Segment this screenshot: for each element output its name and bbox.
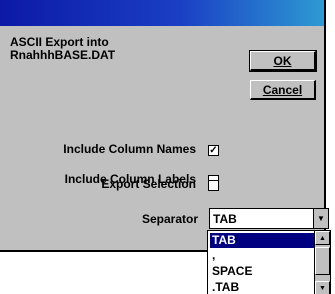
ok-button[interactable]: OK <box>249 50 317 72</box>
list-item[interactable]: TAB <box>210 233 315 248</box>
chevron-down-icon: ▼ <box>319 284 326 292</box>
scroll-down-button[interactable]: ▼ <box>315 281 330 294</box>
export-dialog: ASCII Export into RnahhhBASE.DAT OK Canc… <box>0 0 329 252</box>
vertical-scrollbar[interactable]: ▲ ▼ <box>314 231 330 294</box>
separator-dropdown[interactable]: TAB ▼ <box>209 208 329 229</box>
message-line-2: RnahhhBASE.DAT <box>10 48 116 62</box>
separator-value: TAB <box>213 212 237 226</box>
dialog-message: ASCII Export into RnahhhBASE.DAT <box>10 36 115 62</box>
list-item[interactable]: SPACE <box>210 264 315 279</box>
chevron-down-icon[interactable]: ▼ <box>313 209 328 228</box>
chevron-up-icon: ▲ <box>319 234 326 242</box>
list-item-label: TAB <box>212 233 236 247</box>
include-column-names-label: Include Column Names <box>63 142 196 156</box>
list-item-label: , <box>212 248 216 262</box>
list-item[interactable]: .TAB <box>210 280 315 294</box>
scroll-up-button[interactable]: ▲ <box>315 231 330 245</box>
title-bar[interactable] <box>0 0 324 26</box>
cancel-button-label: Cancel <box>262 82 303 97</box>
list-item-label: .TAB <box>212 280 240 294</box>
check-icon: ✓ <box>209 145 218 156</box>
cancel-button[interactable]: Cancel <box>250 80 316 100</box>
dropdown-arrow-glyph: ▼ <box>317 214 325 223</box>
export-selection-label: Export Selection <box>101 177 196 191</box>
ok-button-label: OK <box>273 53 292 68</box>
separator-options-list[interactable]: TAB , SPACE .TAB ▲ ▼ <box>207 230 331 294</box>
separator-label: Separator <box>141 212 198 226</box>
list-item[interactable]: , <box>210 248 315 263</box>
message-line-1: ASCII Export into <box>10 35 109 49</box>
list-item-label: SPACE <box>212 264 253 278</box>
include-column-names-checkbox[interactable]: ✓ <box>208 145 219 156</box>
scroll-thumb[interactable] <box>315 247 330 275</box>
export-selection-checkbox[interactable] <box>208 180 219 191</box>
